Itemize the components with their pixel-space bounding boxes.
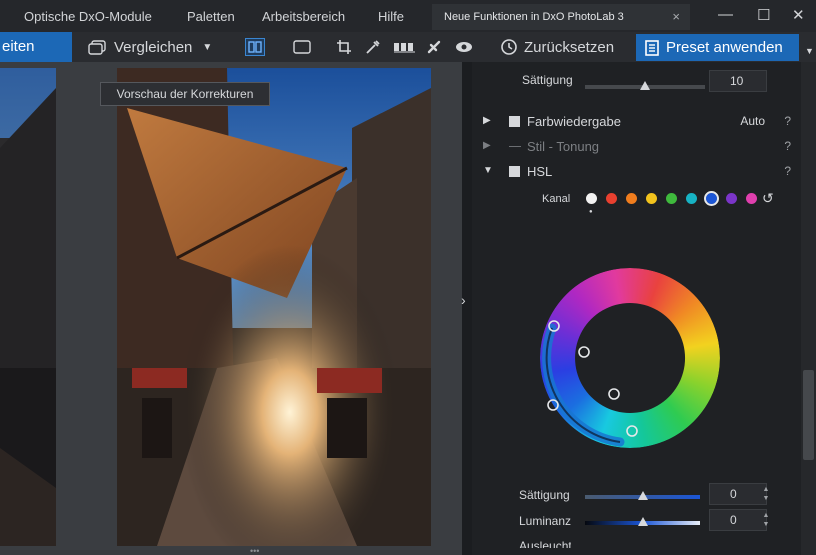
channel-dot-all[interactable] (586, 193, 597, 204)
window-close-icon[interactable]: ✕ (792, 6, 805, 24)
image-viewer[interactable]: Vorschau der Korrekturen (0, 62, 462, 555)
menu-optical-modules[interactable]: Optische DxO-Module (24, 9, 152, 24)
collapse-triangle-icon[interactable]: ▼ (483, 165, 493, 176)
saturation-top-label: Sättigung (522, 73, 573, 87)
reset-button[interactable]: Zurücksetzen (500, 32, 614, 62)
tooltip-preview-corrections: Vorschau der Korrekturen (100, 82, 270, 106)
section-disabled-icon (509, 146, 521, 147)
luminance-spin-icon[interactable]: ▲ ▼ (761, 509, 771, 531)
partial-row-clip: Ausleuchtung (519, 537, 571, 548)
channel-dot-purple[interactable] (726, 193, 737, 204)
toolbar-overflow-icon[interactable]: ▼ (805, 46, 814, 56)
saturation-label: Sättigung (519, 488, 570, 502)
menu-help[interactable]: Hilfe (378, 9, 404, 24)
section-auto-value: Auto (740, 114, 765, 128)
reset-label: Zurücksetzen (524, 38, 615, 56)
compare-label: Vergleichen (114, 38, 193, 56)
edited-preview-image (117, 68, 431, 546)
menu-workspace[interactable]: Arbeitsbereich (262, 9, 345, 24)
section-title: HSL (527, 164, 553, 179)
help-icon[interactable]: ? (784, 114, 791, 128)
menu-bar: Optische DxO-Module Paletten Arbeitsbere… (0, 0, 816, 32)
eyedropper-icon[interactable] (363, 38, 383, 56)
compare-button[interactable]: Vergleichen ▼ (88, 32, 212, 62)
illumination-label: Ausleuchtung (519, 539, 571, 548)
panel-scrollbar[interactable] (801, 62, 816, 555)
hsl-color-wheel[interactable] (530, 258, 730, 458)
document-tab-title: Neue Funktionen in DxO PhotoLab 3 (444, 11, 624, 23)
repair-icon[interactable] (424, 38, 444, 56)
compare-icon (88, 40, 106, 55)
range-handle[interactable] (608, 388, 620, 400)
channel-label: Kanal (542, 193, 571, 205)
channel-dot-orange[interactable] (626, 193, 637, 204)
section-enable-checkbox[interactable] (509, 166, 520, 177)
channel-dot-magenta[interactable] (746, 193, 757, 204)
saturation-input[interactable]: 0 (709, 483, 767, 505)
section-hsl[interactable]: ▼ HSL ? (475, 161, 797, 183)
compare-dropdown-icon[interactable]: ▼ (202, 42, 212, 53)
local-adjustments-icon[interactable] (392, 38, 418, 56)
close-tab-icon[interactable]: × (672, 9, 680, 24)
help-icon[interactable]: ? (784, 139, 791, 153)
section-style-toning[interactable]: ▶ Stil - Tonung ? (475, 136, 797, 158)
panel-scroll-thumb[interactable] (803, 370, 814, 460)
split-view-icon[interactable] (245, 38, 265, 56)
help-icon[interactable]: ? (784, 164, 791, 178)
channel-indicator-dot: ● (589, 209, 593, 215)
luminance-label: Luminanz (519, 514, 572, 528)
document-tab[interactable]: Neue Funktionen in DxO PhotoLab 3 × (432, 4, 690, 30)
channel-dot-yellow[interactable] (646, 193, 657, 204)
maximize-icon[interactable]: ☐ (757, 6, 770, 24)
channel-dot-cyan[interactable] (686, 193, 697, 204)
reset-channel-icon[interactable]: ↺ (762, 190, 774, 207)
saturation-spin-icon[interactable]: ▲ ▼ (761, 483, 771, 505)
eye-icon[interactable] (454, 38, 474, 56)
section-enable-checkbox[interactable] (509, 116, 520, 127)
resize-handle-icon[interactable]: ••• (250, 546, 259, 555)
channel-dot-green[interactable] (666, 193, 677, 204)
history-icon (501, 39, 517, 55)
luminance-slider-knob[interactable] (637, 517, 648, 526)
original-preview-image (0, 68, 56, 546)
saturation-top-slider-knob[interactable] (640, 81, 650, 90)
expand-triangle-icon[interactable]: ▶ (483, 140, 491, 151)
tab-edit[interactable]: eiten (0, 32, 72, 62)
frame-icon[interactable] (292, 38, 312, 56)
apply-preset-label: Preset anwenden (666, 39, 783, 56)
section-color-rendering[interactable]: ▶ Farbwiedergabe Auto ? (475, 111, 797, 133)
toolbar: eiten Vergleichen ▼ Zurücksetzen Preset … (0, 32, 816, 62)
channel-selected-ring (704, 191, 719, 206)
section-title: Stil - Tonung (527, 139, 600, 154)
preset-icon (645, 39, 659, 56)
section-title: Farbwiedergabe (527, 114, 621, 129)
minimize-icon[interactable]: — (718, 6, 733, 23)
saturation-slider-knob[interactable] (637, 491, 648, 500)
luminance-input[interactable]: 0 (709, 509, 767, 531)
expand-triangle-icon[interactable]: ▶ (483, 115, 491, 126)
apply-preset-button[interactable]: Preset anwenden (636, 34, 799, 61)
channel-dot-red[interactable] (606, 193, 617, 204)
saturation-top-input[interactable]: 10 (709, 70, 767, 92)
crop-icon[interactable] (334, 38, 354, 56)
menu-palettes[interactable]: Paletten (187, 9, 235, 24)
collapse-panel-icon[interactable]: › (461, 292, 466, 308)
